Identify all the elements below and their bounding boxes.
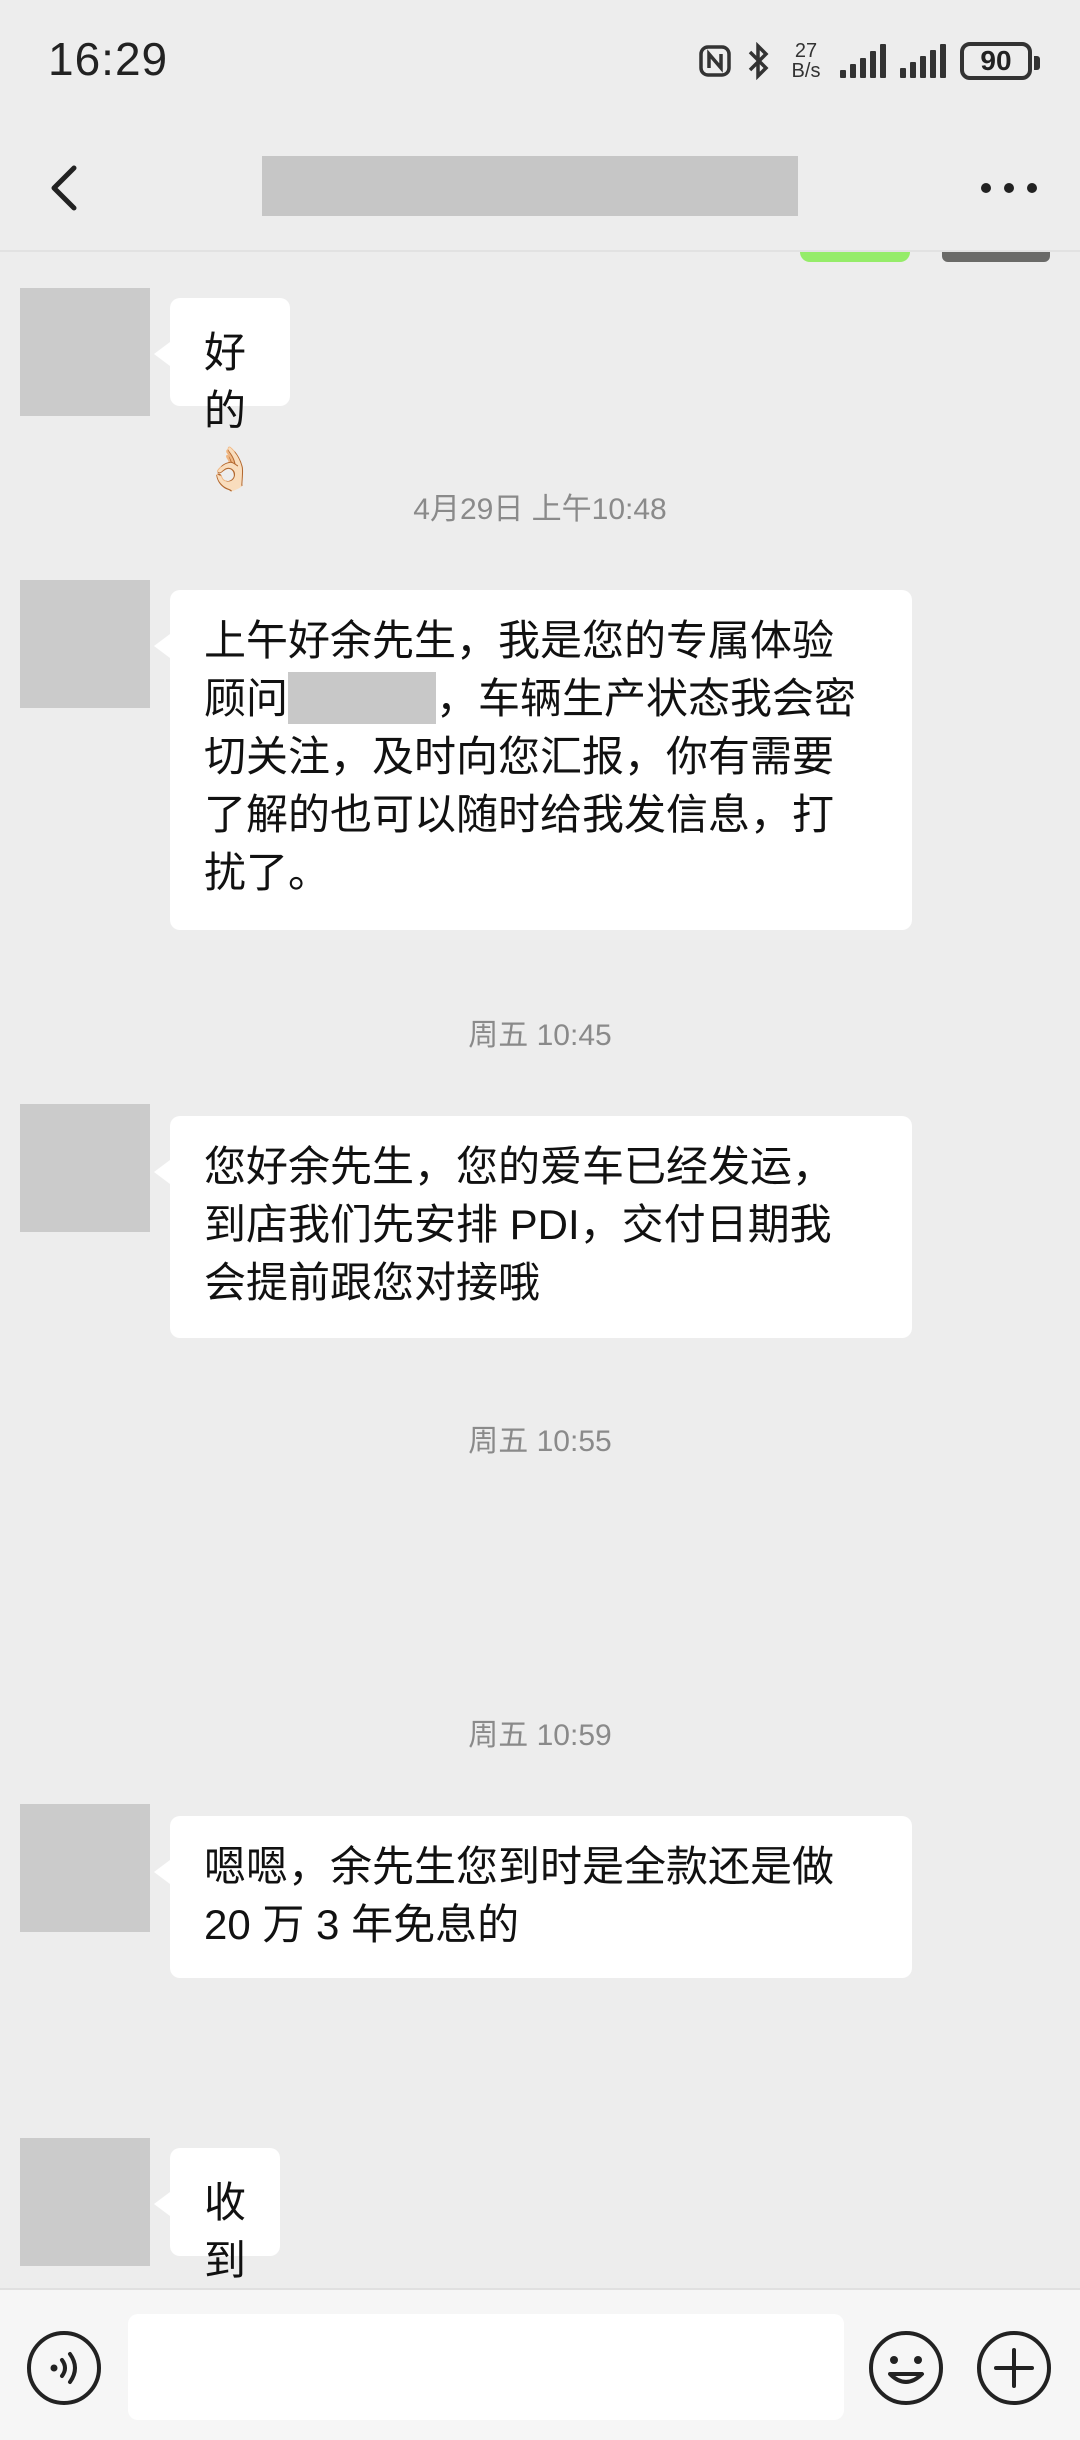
nfc-icon xyxy=(699,45,731,77)
timestamp: 周五 10:59 xyxy=(468,1719,612,1752)
timestamp: 周五 10:45 xyxy=(468,1019,612,1052)
message-bubble[interactable]: 收到 xyxy=(153,2148,281,2284)
message-bubble[interactable]: 嗯嗯，余先生您到时是全款还是做 20 万 3 年免息的 xyxy=(154,1816,912,1978)
chat-header xyxy=(0,120,1080,250)
message-bubble[interactable]: 上午好余先生，我是您的专属体验 顾问 ，车辆生产状态我会密 切关注，及时向您汇报，… xyxy=(154,590,912,930)
signal-strength-icon-2 xyxy=(900,44,946,78)
status-icons: 27 B/s 90 xyxy=(698,36,1040,86)
more-dots-icon[interactable] xyxy=(974,158,1044,218)
avatar[interactable] xyxy=(20,1804,150,1932)
partial-previous-avatar xyxy=(942,252,1050,262)
signal-strength-icon-1 xyxy=(840,44,886,78)
partial-previous-bubble xyxy=(800,252,910,262)
chat-message-list[interactable]: 好的👌🏻 4月29日 上午10:48 上午好余先生，我是您的专属体验 顾问 ，车辆… xyxy=(0,252,1080,2288)
battery-indicator: 90 xyxy=(960,42,1040,80)
message-input[interactable] xyxy=(128,2314,844,2420)
timestamp: 4月29日 上午10:48 xyxy=(413,493,667,526)
status-bar: 16:29 27 B/s 90 xyxy=(0,0,1080,120)
redacted-name xyxy=(288,671,437,724)
chat-input-bar xyxy=(0,2288,1080,2440)
avatar[interactable] xyxy=(20,580,150,708)
status-time: 16:29 xyxy=(48,33,169,85)
message-bubble[interactable]: 您好余先生，您的爱车已经发运， 到店我们先安排 PDI，交付日期我 会提前跟您对… xyxy=(154,1116,912,1338)
message-bubble[interactable]: 好的👌🏻 xyxy=(153,298,291,492)
bluetooth-icon xyxy=(748,42,769,80)
plus-icon[interactable] xyxy=(974,2328,1054,2408)
network-speed: 27 B/s xyxy=(791,40,821,82)
avatar[interactable] xyxy=(20,1104,150,1232)
avatar[interactable] xyxy=(20,288,150,416)
emoji-icon[interactable] xyxy=(866,2328,946,2408)
avatar[interactable] xyxy=(20,2138,150,2266)
timestamp: 周五 10:55 xyxy=(468,1425,612,1458)
chat-title-redacted xyxy=(262,156,798,216)
voice-icon[interactable] xyxy=(24,2328,104,2408)
chevron-left-icon[interactable] xyxy=(36,158,96,218)
